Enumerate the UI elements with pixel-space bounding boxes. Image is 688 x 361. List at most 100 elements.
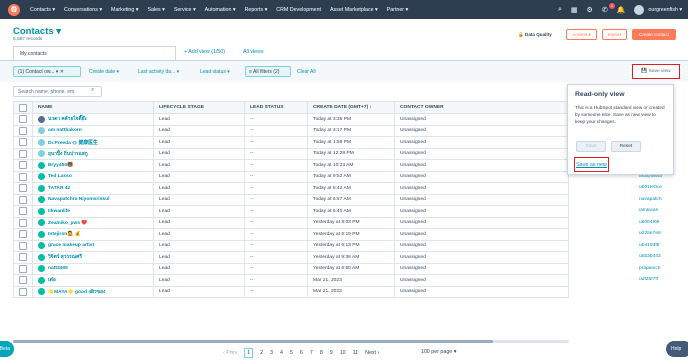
- table-row[interactable]: ยุนาปิ้ง ถิ่นปารแสกู Lead -- Today at 12:28…: [13, 147, 569, 160]
- email-cell[interactable]: ubb3b443: [639, 254, 679, 259]
- table-row[interactable]: วิจิตร์ สุวรรณศรี Lead -- Yesterday at 9:36…: [13, 251, 569, 264]
- page-number[interactable]: 9: [330, 350, 333, 356]
- avatar[interactable]: [634, 4, 645, 15]
- row-select-cell[interactable]: [13, 193, 33, 206]
- nav-asset-marketplace[interactable]: Asset Marketplace ▾: [330, 7, 378, 13]
- row-select-cell[interactable]: [13, 182, 33, 195]
- col-contact-owner[interactable]: CONTACT OWNER: [394, 101, 569, 114]
- table-row[interactable]: Navapatchra Niyomsriskul Lead -- Today at 6…: [13, 193, 569, 206]
- popover-reset-button[interactable]: Reset: [611, 141, 641, 152]
- row-checkbox[interactable]: [19, 115, 27, 124]
- name-cell[interactable]: 🌟MAYA🌟 good 4ผิวของ: [32, 285, 154, 298]
- contact-name[interactable]: ยุนาปิ้ง ถิ่นปารแสกู: [48, 150, 88, 158]
- page-number[interactable]: 11: [353, 350, 359, 356]
- table-row[interactable]: Dr.Preeda @ 健康医生 Lead -- Today at 1:58 PM Un…: [13, 136, 569, 149]
- page-title[interactable]: Contacts ▾: [13, 26, 61, 37]
- contact-name[interactable]: grace makeup artist: [48, 243, 94, 248]
- nav-crm-development[interactable]: CRM Development: [276, 7, 321, 13]
- row-select-cell[interactable]: [13, 262, 33, 275]
- select-all-checkbox[interactable]: [19, 103, 27, 112]
- row-select-cell[interactable]: [13, 251, 33, 264]
- hubspot-logo[interactable]: ⚙: [8, 3, 20, 16]
- row-checkbox[interactable]: [19, 241, 27, 250]
- table-row[interactable]: นวดา คล้ายใจดี๊ย๊ะ Lead -- Today at 3:35 PM…: [13, 113, 569, 126]
- contact-owner-filter[interactable]: (1) Contact ow... ▾ ✕: [13, 66, 81, 77]
- name-cell[interactable]: am natthakorn: [32, 124, 154, 137]
- row-select-cell[interactable]: [13, 216, 33, 229]
- table-row[interactable]: Zeamiko_pws ❤️ Lead -- Yesterday at 8:03 PM…: [13, 216, 569, 229]
- import-button[interactable]: Import: [602, 29, 627, 40]
- table-row[interactable]: TATAR 42 Lead -- Today at 8:42 AM Unassigned: [13, 182, 569, 195]
- row-checkbox[interactable]: [19, 138, 27, 147]
- name-cell[interactable]: Ted Lasso: [32, 170, 154, 183]
- phone-icon[interactable]: ✆: [602, 6, 608, 14]
- nav-contacts[interactable]: Contacts ▾: [30, 7, 55, 13]
- row-select-cell[interactable]: [13, 147, 33, 160]
- email-cell[interactable]: iamkwan: [639, 208, 679, 213]
- row-select-cell[interactable]: [13, 239, 33, 252]
- page-number[interactable]: 4: [280, 350, 283, 356]
- row-select-cell[interactable]: [13, 170, 33, 183]
- row-checkbox[interactable]: [19, 172, 27, 181]
- row-select-cell[interactable]: [13, 205, 33, 218]
- row-checkbox[interactable]: [19, 207, 27, 216]
- name-cell[interactable]: ยุนาปิ้ง ถิ่นปารแสกู: [32, 147, 154, 160]
- email-cell[interactable]: u228e7e9: [639, 231, 679, 236]
- table-row[interactable]: Ted Lasso Lead -- Today at 9:52 AM Unassigne…: [13, 170, 569, 183]
- gear-icon[interactable]: ⚙: [587, 6, 593, 14]
- table-row[interactable]: Iikwanlife Lead -- Today at 6:40 AM Unassign…: [13, 205, 569, 218]
- add-view-button[interactable]: + Add view (1/50): [184, 49, 225, 55]
- name-cell[interactable]: Dr.Preeda @ 健康医生: [32, 136, 154, 149]
- table-row[interactable]: Intejiron🤷 💰 Lead -- Yesterday at 6:19 PM Un…: [13, 228, 569, 241]
- contact-name[interactable]: am natthakorn: [48, 128, 82, 133]
- contact-name[interactable]: Zeamiko_pws ❤️: [48, 220, 88, 226]
- row-checkbox[interactable]: [19, 126, 27, 135]
- contact-name[interactable]: 🌟MAYA🌟 good 4ผิวของ: [48, 288, 105, 296]
- contact-name[interactable]: เต๋อ: [48, 276, 56, 284]
- col-name[interactable]: NAME: [32, 101, 154, 114]
- name-cell[interactable]: Intejiron🤷 💰: [32, 228, 154, 241]
- per-page-select[interactable]: 100 per page ▾: [421, 349, 456, 355]
- nav-partner[interactable]: Partner ▾: [387, 7, 409, 13]
- email-cell[interactable]: ub4193f8: [639, 243, 679, 248]
- col-lead-status[interactable]: LEAD STATUS: [244, 101, 308, 114]
- row-checkbox[interactable]: [19, 195, 27, 204]
- tab-my-contacts[interactable]: My contacts: [13, 46, 176, 60]
- name-cell[interactable]: วิจิตร์ สุวรรณศรี: [32, 251, 154, 264]
- row-checkbox[interactable]: [19, 264, 27, 273]
- email-cell[interactable]: u6004f96: [639, 220, 679, 225]
- col-create-date[interactable]: CREATE DATE (GMT+7) ↓: [307, 101, 395, 114]
- page-number[interactable]: 1: [244, 348, 254, 358]
- nav-reports[interactable]: Reports ▾: [245, 7, 268, 13]
- page-number[interactable]: 7: [310, 350, 313, 356]
- prev-page-button[interactable]: ‹ Prev: [223, 350, 237, 356]
- row-select-cell[interactable]: [13, 113, 33, 126]
- account-menu[interactable]: ourgreenfish ▾: [648, 7, 682, 13]
- row-checkbox[interactable]: [19, 149, 27, 158]
- page-number[interactable]: 5: [290, 350, 293, 356]
- name-cell[interactable]: เต๋อ: [32, 274, 154, 287]
- search-icon[interactable]: ⌕: [91, 87, 94, 94]
- row-checkbox[interactable]: [19, 287, 27, 296]
- search-input[interactable]: Search name, phone, em: [13, 86, 102, 97]
- row-checkbox[interactable]: [19, 230, 27, 239]
- contact-name[interactable]: Dr.Preeda @ 健康医生: [48, 139, 98, 146]
- save-view-button[interactable]: 💾 Save view: [632, 64, 680, 79]
- contact-name[interactable]: Navapatchra Niyomsriskul: [48, 197, 109, 202]
- name-cell[interactable]: natt3495: [32, 262, 154, 275]
- row-checkbox[interactable]: [19, 253, 27, 262]
- page-number[interactable]: 8: [320, 350, 323, 356]
- row-checkbox[interactable]: [19, 276, 27, 285]
- row-select-cell[interactable]: [13, 136, 33, 149]
- email-cell[interactable]: ub01fe0ce: [639, 185, 679, 190]
- email-cell[interactable]: prapanich: [639, 266, 679, 271]
- beta-widget[interactable]: Beta: [0, 341, 14, 357]
- table-row[interactable]: 🌟MAYA🌟 good 4ผิวของ Lead -- Mar 21, 2023 Una…: [13, 285, 569, 298]
- table-row[interactable]: am natthakorn Lead -- Today at 3:17 PM Unass…: [13, 124, 569, 137]
- table-row[interactable]: natt3495 Lead -- Yesterday at 6:50 AM Unassi…: [13, 262, 569, 275]
- data-quality-button[interactable]: 🔒 Data Quality: [518, 29, 552, 40]
- nav-marketing[interactable]: Marketing ▾: [111, 7, 138, 13]
- contact-name[interactable]: Intejiron🤷 💰: [48, 231, 81, 237]
- col-lifecycle-stage[interactable]: LIFECYCLE STAGE: [153, 101, 245, 114]
- lead-status-filter[interactable]: Lead status ▾: [200, 66, 230, 77]
